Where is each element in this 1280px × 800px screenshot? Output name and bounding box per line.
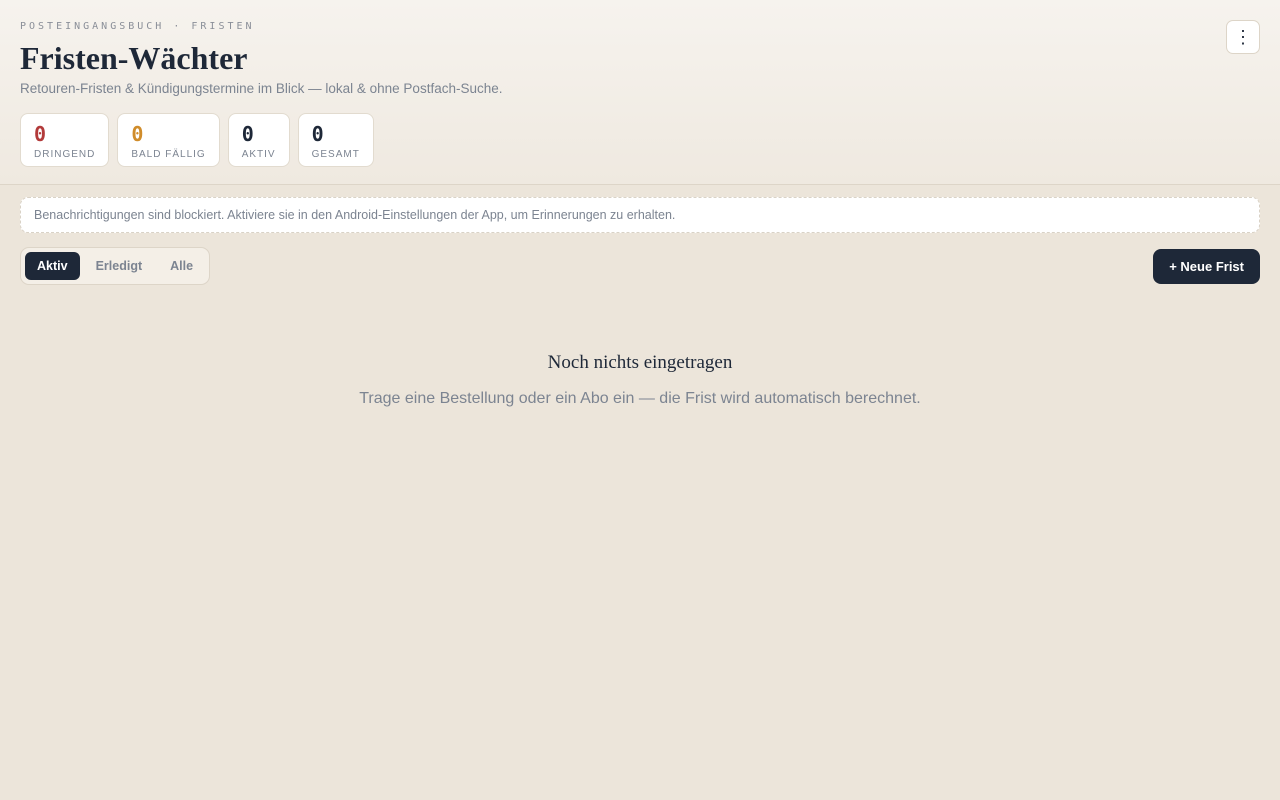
stat-value-gesamt: 0	[311, 122, 324, 146]
stat-value-dringend: 0	[34, 122, 47, 146]
empty-state-text: Trage eine Bestellung oder ein Abo ein —…	[359, 390, 921, 407]
filter-tabs: Aktiv Erledigt Alle	[20, 247, 211, 285]
app-header: POSTEINGANGSBUCH · FRISTEN Fristen-Wächt…	[0, 0, 1280, 185]
more-menu-button[interactable]: ⋮	[1226, 20, 1260, 54]
tab-alle[interactable]: Alle	[158, 252, 205, 280]
tab-aktiv[interactable]: Aktiv	[25, 252, 80, 280]
empty-state: Noch nichts eingetragen Trage eine Beste…	[0, 350, 1280, 409]
notification-blocked-notice: Benachrichtigungen sind blockiert. Aktiv…	[20, 197, 1260, 233]
stat-label-dringend: DRINGEND	[34, 149, 96, 160]
page-subtitle: Retouren-Fristen & Kündigungstermine im …	[20, 81, 503, 96]
more-vertical-icon: ⋮	[1234, 27, 1252, 47]
stat-card-gesamt: 0 GESAMT	[297, 113, 374, 167]
eyebrow-label: POSTEINGANGSBUCH · FRISTEN	[20, 21, 255, 32]
empty-state-title: Noch nichts eingetragen	[547, 352, 733, 373]
stat-label-gesamt: GESAMT	[311, 149, 360, 160]
stat-label-aktiv: AKTIV	[241, 149, 276, 160]
tab-erledigt[interactable]: Erledigt	[84, 252, 155, 280]
new-deadline-button[interactable]: + Neue Frist	[1153, 249, 1260, 284]
stat-card-bald-faellig: 0 BALD FÄLLIG	[117, 113, 220, 167]
stat-card-aktiv: 0 AKTIV	[227, 113, 290, 167]
stat-value-aktiv: 0	[241, 122, 254, 146]
stat-label-bald-faellig: BALD FÄLLIG	[131, 149, 206, 160]
stats-row: 0 DRINGEND 0 BALD FÄLLIG 0 AKTIV 0 GESAM…	[20, 113, 1260, 167]
stat-card-dringend: 0 DRINGEND	[20, 113, 110, 167]
page-title: Fristen-Wächter	[20, 40, 248, 76]
stat-value-bald-faellig: 0	[131, 122, 144, 146]
